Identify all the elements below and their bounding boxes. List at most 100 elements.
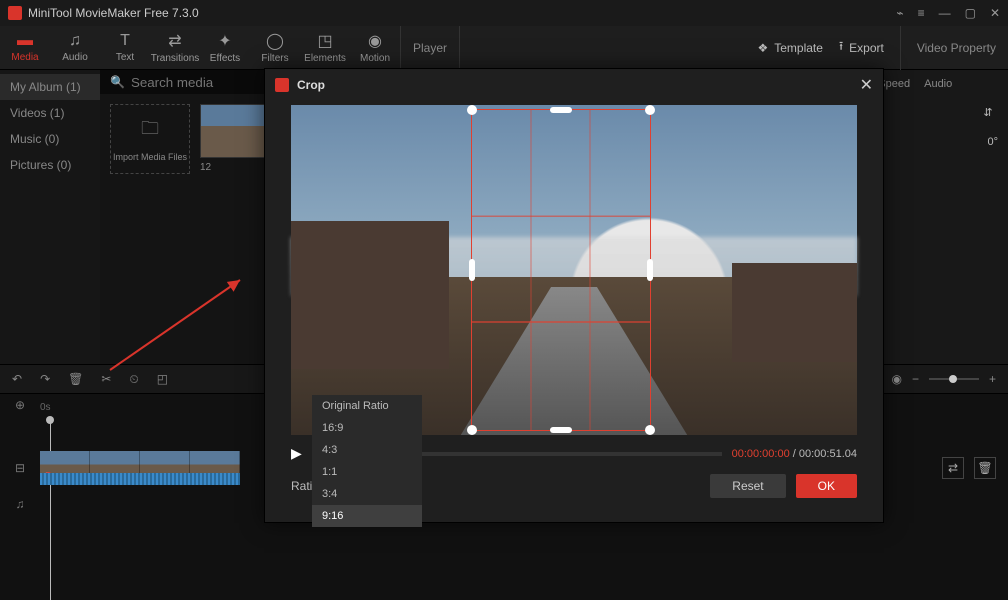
crop-handle-b[interactable]: [550, 427, 572, 433]
undo-icon[interactable]: ↶: [12, 372, 22, 386]
export-label: Export: [849, 41, 884, 55]
crop-close-button[interactable]: ✕: [860, 75, 873, 95]
crop-handle-bl[interactable]: [467, 425, 477, 435]
time-total: 00:00:51.04: [799, 448, 857, 460]
crop-play-button[interactable]: ▶: [291, 445, 302, 462]
minimize-icon[interactable]: —: [939, 6, 951, 20]
tab-elements[interactable]: ◳ Elements: [300, 31, 350, 64]
trash-icon[interactable]: 🗑: [974, 457, 996, 479]
add-track-icon[interactable]: ⊕: [0, 398, 40, 412]
video-track-icon[interactable]: ⊟: [0, 461, 40, 475]
tab-audio[interactable]: ♫ Audio: [50, 32, 100, 63]
crop-time: 00:00:00:00 / 00:00:51.04: [732, 448, 857, 460]
crop-handle-r[interactable]: [647, 259, 653, 281]
crop-preview[interactable]: [291, 105, 857, 435]
sidebar-album[interactable]: My Album (1): [0, 74, 100, 100]
ratio-opt-4-3[interactable]: 4:3: [312, 439, 422, 461]
tab-filters[interactable]: ◯ Filters: [250, 31, 300, 64]
flip-v-icon[interactable]: ⇵: [978, 102, 998, 122]
crop-handle-tr[interactable]: [645, 105, 655, 115]
export-icon: ⭱: [839, 37, 843, 58]
text-icon: T: [120, 32, 130, 50]
ratio-opt-16-9[interactable]: 16:9: [312, 417, 422, 439]
folder-icon: 🗀: [141, 116, 159, 146]
folder-icon: ▬: [17, 32, 33, 50]
reset-button[interactable]: Reset: [710, 474, 785, 498]
close-icon[interactable]: ✕: [990, 6, 1000, 20]
search-icon: 🔍: [110, 75, 125, 89]
tab-transitions[interactable]: ⇄ Transitions: [150, 31, 200, 64]
search-input[interactable]: [131, 75, 251, 90]
crop-dialog-icon: [275, 78, 289, 92]
filters-icon: ◯: [266, 31, 284, 51]
import-media-button[interactable]: 🗀 Import Media Files: [110, 104, 190, 174]
crop-handle-br[interactable]: [645, 425, 655, 435]
ratio-opt-1-1[interactable]: 1:1: [312, 461, 422, 483]
crop-handle-l[interactable]: [469, 259, 475, 281]
ratio-opt-9-16[interactable]: 9:16: [312, 505, 422, 527]
menu-icon[interactable]: ≡: [918, 6, 925, 20]
media-sidebar: My Album (1) Videos (1) Music (0) Pictur…: [0, 70, 100, 364]
crop-dialog-title: Crop: [297, 78, 852, 92]
import-label: Import Media Files: [113, 152, 187, 162]
app-title: MiniTool MovieMaker Free 7.3.0: [28, 6, 896, 20]
ratio-opt-original[interactable]: Original Ratio: [312, 395, 422, 417]
audio-track-icon[interactable]: ♫: [0, 497, 40, 511]
tab-media-label: Media: [11, 52, 38, 63]
ratio-opt-3-4[interactable]: 3:4: [312, 483, 422, 505]
speed-icon[interactable]: ⏲: [129, 372, 138, 387]
crop-icon[interactable]: ◰: [157, 372, 168, 386]
crop-rectangle[interactable]: [471, 109, 651, 431]
reset-label: Reset: [732, 479, 763, 493]
app-logo-icon: [8, 6, 22, 20]
ratio-menu: Original Ratio 16:9 4:3 1:1 3:4 9:16: [312, 395, 422, 527]
cut-icon[interactable]: ✂: [101, 372, 111, 386]
zoom-slider[interactable]: [929, 378, 979, 380]
key-icon[interactable]: ⌁: [896, 6, 903, 20]
tab-media[interactable]: ▬ Media: [0, 32, 50, 63]
redo-icon[interactable]: ↷: [40, 372, 50, 386]
export-button[interactable]: ⭱ Export: [839, 37, 884, 58]
maximize-icon[interactable]: ▢: [965, 6, 976, 20]
effects-icon: ✦: [218, 31, 231, 51]
video-property-label: Video Property: [900, 26, 996, 70]
sidebar-music[interactable]: Music (0): [0, 126, 100, 152]
tab-motion-label: Motion: [360, 53, 390, 64]
clip-mute-icon[interactable]: 🔇: [42, 473, 54, 484]
tab-elements-label: Elements: [304, 53, 346, 64]
player-label: Player: [400, 26, 460, 70]
titlebar: MiniTool MovieMaker Free 7.3.0 ⌁ ≡ — ▢ ✕: [0, 0, 1008, 26]
elements-icon: ◳: [317, 31, 332, 51]
tab-effects[interactable]: ✦ Effects: [200, 31, 250, 64]
tab-text[interactable]: TText: [100, 32, 150, 63]
time-start: 0s: [40, 402, 51, 413]
prop-tab-audio[interactable]: Audio: [924, 78, 952, 90]
tab-motion[interactable]: ◉ Motion: [350, 31, 400, 64]
ok-label: OK: [818, 479, 835, 493]
template-button[interactable]: ❖ Template: [757, 41, 822, 55]
time-current: 00:00:00:00: [732, 448, 790, 460]
swap-icon[interactable]: ⇄: [942, 457, 964, 479]
tab-effects-label: Effects: [210, 53, 240, 64]
ok-button[interactable]: OK: [796, 474, 857, 498]
playhead[interactable]: [50, 420, 51, 600]
mic-icon[interactable]: ◉: [891, 372, 901, 386]
template-icon: ❖: [757, 41, 768, 55]
delete-icon[interactable]: 🗑: [68, 372, 83, 386]
tab-filters-label: Filters: [261, 53, 288, 64]
main-toolbar: ▬ Media ♫ Audio TText ⇄ Transitions ✦ Effect…: [0, 26, 1008, 70]
video-clip[interactable]: 🔇: [40, 451, 240, 485]
template-label: Template: [774, 41, 823, 55]
zoom-in-icon[interactable]: +: [989, 372, 996, 386]
rotate-value: 0°: [987, 136, 998, 148]
crop-handle-t[interactable]: [550, 107, 572, 113]
sidebar-videos[interactable]: Videos (1): [0, 100, 100, 126]
transitions-icon: ⇄: [168, 31, 181, 51]
crop-handle-tl[interactable]: [467, 105, 477, 115]
tab-transitions-label: Transitions: [151, 53, 200, 64]
zoom-out-icon[interactable]: −: [912, 372, 919, 386]
motion-icon: ◉: [368, 31, 382, 51]
tab-audio-label: Audio: [62, 52, 88, 63]
headphones-icon: ♫: [69, 32, 81, 50]
sidebar-pictures[interactable]: Pictures (0): [0, 152, 100, 178]
